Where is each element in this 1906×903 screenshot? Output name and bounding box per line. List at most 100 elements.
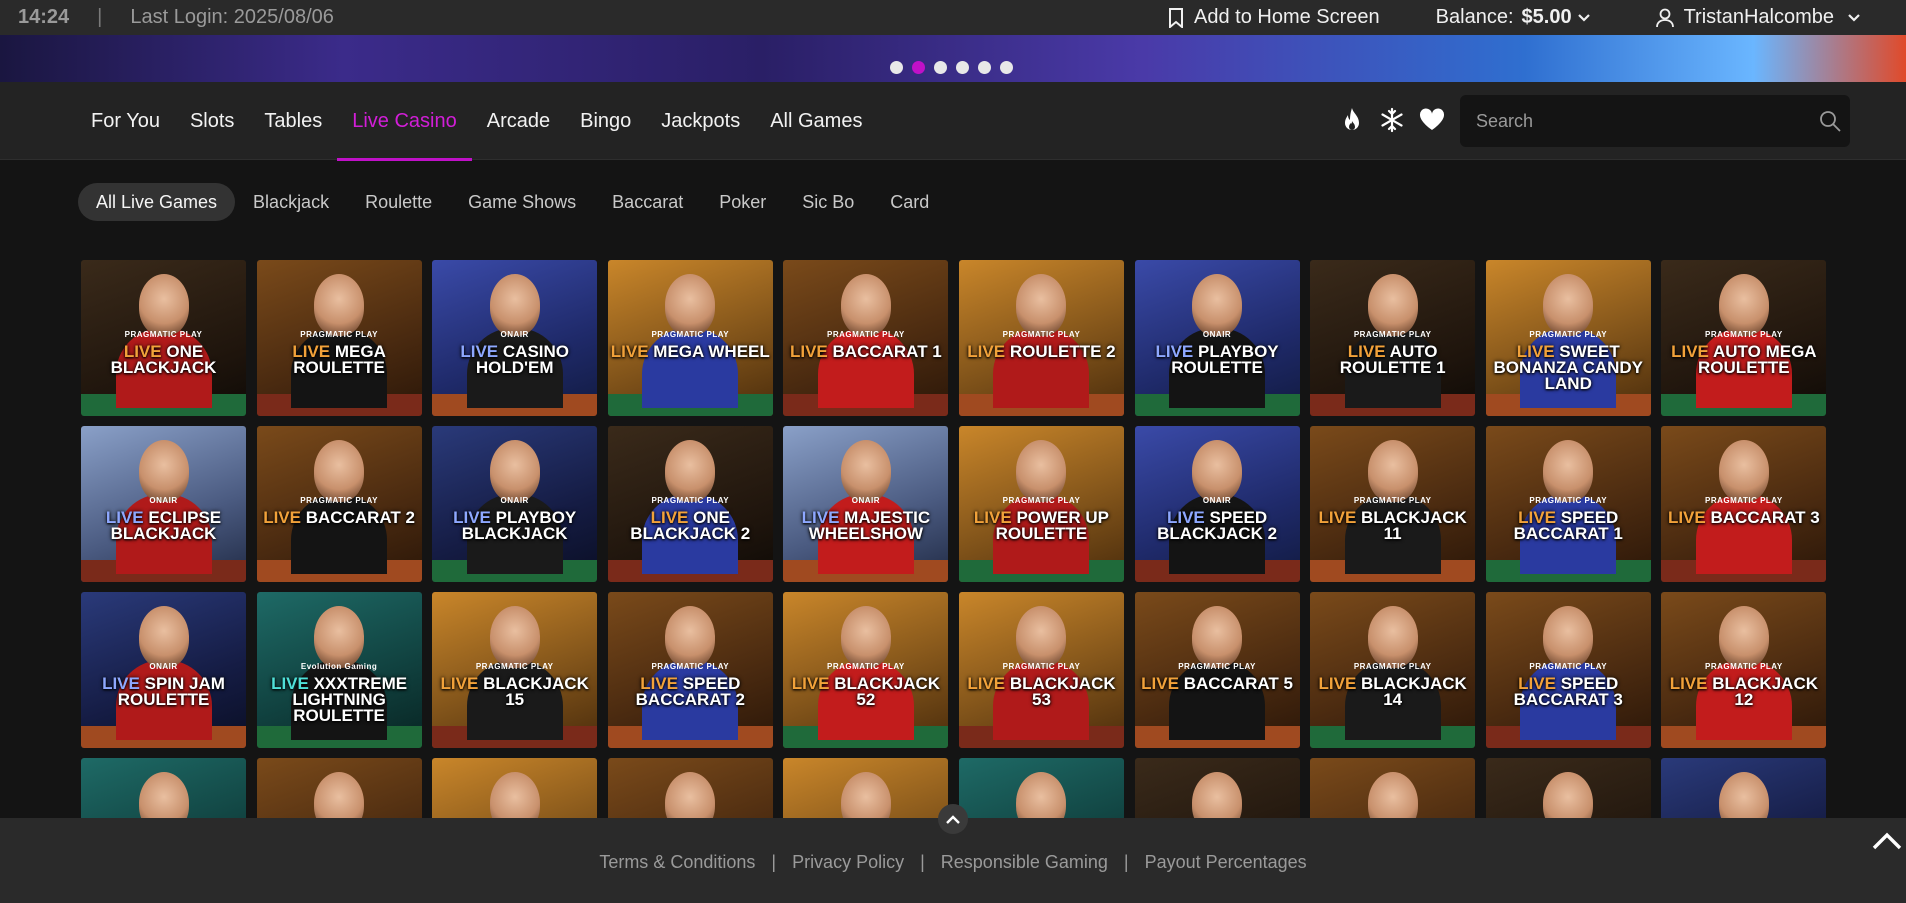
game-tile[interactable] <box>1310 758 1476 818</box>
game-tile[interactable]: PRAGMATIC PLAY LIVE AUTO ROULETTE 1 <box>1310 260 1476 416</box>
game-tile[interactable]: PRAGMATIC PLAY LIVE BACCARAT 1 <box>783 260 949 416</box>
game-tile[interactable]: PRAGMATIC PLAY LIVE POWER UP ROULETTE <box>958 426 1124 582</box>
balance-dropdown[interactable]: Balance: $5.00 <box>1436 6 1600 29</box>
provider-logo: PRAGMATIC PLAY <box>1705 662 1783 671</box>
carousel-dot[interactable] <box>912 61 925 74</box>
hot-games-button[interactable] <box>1338 106 1366 134</box>
search-input[interactable] <box>1460 95 1810 147</box>
tab-live-casino[interactable]: Live Casino <box>337 82 472 161</box>
game-tile[interactable]: PRAGMATIC PLAY LIVE ROULETTE 2 <box>958 260 1124 416</box>
game-tile[interactable]: PRAGMATIC PLAY LIVE SPEED BACCARAT 2 <box>607 592 773 748</box>
game-tile[interactable] <box>958 758 1124 818</box>
dealer-body-art <box>993 328 1090 408</box>
chip-sic-bo[interactable]: Sic Bo <box>784 183 872 221</box>
tab-all-games[interactable]: All Games <box>755 82 877 160</box>
game-title: LIVE BACCARAT 3 <box>1661 508 1826 527</box>
game-tile[interactable] <box>607 758 773 818</box>
collapse-footer-button[interactable] <box>938 804 968 834</box>
game-tile[interactable]: ONAIR LIVE ECLIPSE BLACKJACK <box>81 426 246 582</box>
game-tile[interactable]: ONAIR LIVE SPEED BLACKJACK 2 <box>1134 426 1300 582</box>
game-name: AUTO MEGA ROULETTE <box>1698 342 1817 377</box>
carousel-dot[interactable] <box>890 61 903 74</box>
game-tile[interactable] <box>81 758 246 818</box>
game-tile[interactable]: ONAIR LIVE SPIN JAM ROULETTE <box>81 592 246 748</box>
tab-jackpots[interactable]: Jackpots <box>646 82 755 160</box>
tab-arcade[interactable]: Arcade <box>472 82 565 160</box>
game-name: BACCARAT 3 <box>1710 508 1820 527</box>
carousel-dot[interactable] <box>1000 61 1013 74</box>
game-tile[interactable]: ONAIR LIVE PLAYBOY BLACKJACK <box>432 426 598 582</box>
chip-blackjack[interactable]: Blackjack <box>235 183 347 221</box>
search-button[interactable] <box>1810 110 1850 132</box>
game-tile[interactable]: ONAIR LIVE MAJESTIC WHEELSHOW <box>783 426 949 582</box>
game-tile[interactable] <box>783 758 949 818</box>
user-menu[interactable]: TristanHalcombe <box>1655 6 1870 29</box>
tab-tables[interactable]: Tables <box>249 82 337 160</box>
game-tile[interactable]: PRAGMATIC PLAY LIVE BACCARAT 2 <box>256 426 422 582</box>
game-tile[interactable]: PRAGMATIC PLAY LIVE ONE BLACKJACK 2 <box>607 426 773 582</box>
game-title: LIVE XXXTREME LIGHTNING ROULETTE <box>257 675 422 724</box>
dealer-portrait <box>1543 772 1594 818</box>
dealer-portrait <box>1718 440 1769 502</box>
footer-link-payout-percentages[interactable]: Payout Percentages <box>1145 852 1307 873</box>
game-tile[interactable]: PRAGMATIC PLAY LIVE BLACKJACK 14 <box>1310 592 1476 748</box>
game-tile[interactable]: PRAGMATIC PLAY LIVE BACCARAT 5 <box>1134 592 1300 748</box>
chip-card[interactable]: Card <box>872 183 947 221</box>
game-tile[interactable] <box>256 758 422 818</box>
promo-banner[interactable] <box>0 35 1906 82</box>
game-tile[interactable]: PRAGMATIC PLAY LIVE SPEED BACCARAT 3 <box>1485 592 1651 748</box>
tab-bingo[interactable]: Bingo <box>565 82 646 160</box>
game-tile[interactable]: PRAGMATIC PLAY LIVE BLACKJACK 15 <box>432 592 598 748</box>
game-tile[interactable]: PRAGMATIC PLAY LIVE BLACKJACK 12 <box>1661 592 1827 748</box>
game-tile[interactable]: ONAIR LIVE CASINO HOLD'EM <box>432 260 598 416</box>
add-to-home-button[interactable]: Add to Home Screen <box>1168 6 1380 29</box>
chip-roulette[interactable]: Roulette <box>347 183 450 221</box>
dealer-portrait <box>840 440 891 502</box>
provider-logo: PRAGMATIC PLAY <box>124 330 203 339</box>
provider-logo: PRAGMATIC PLAY <box>827 662 905 671</box>
game-tile[interactable]: Evolution Gaming LIVE XXXTREME LIGHTNING … <box>256 592 422 748</box>
footer-link-privacy-policy[interactable]: Privacy Policy <box>792 852 904 873</box>
game-tile[interactable] <box>1134 758 1300 818</box>
game-tile[interactable]: PRAGMATIC PLAY LIVE BLACKJACK 52 <box>783 592 949 748</box>
chip-poker[interactable]: Poker <box>701 183 784 221</box>
provider-logo: PRAGMATIC PLAY <box>1529 330 1608 339</box>
game-tile[interactable]: PRAGMATIC PLAY LIVE BACCARAT 3 <box>1661 426 1827 582</box>
tab-for-you[interactable]: For You <box>76 82 175 160</box>
dealer-portrait <box>1367 772 1418 818</box>
game-tile[interactable]: PRAGMATIC PLAY LIVE SWEET BONANZA CANDY L… <box>1485 260 1651 416</box>
chip-all-live-games[interactable]: All Live Games <box>78 183 236 221</box>
separator: | <box>97 6 103 28</box>
game-tile[interactable]: PRAGMATIC PLAY LIVE SPEED BACCARAT 1 <box>1485 426 1651 582</box>
game-tile[interactable] <box>1661 758 1827 818</box>
game-title: LIVE SPEED BACCARAT 3 <box>1486 675 1651 708</box>
carousel-dot[interactable] <box>978 61 991 74</box>
game-title: LIVE SPEED BACCARAT 2 <box>608 675 773 708</box>
game-tile[interactable] <box>432 758 598 818</box>
dealer-portrait <box>314 274 365 336</box>
back-to-top-button[interactable] <box>1872 832 1902 855</box>
game-title: LIVE BACCARAT 1 <box>783 343 948 360</box>
chip-baccarat[interactable]: Baccarat <box>594 183 701 221</box>
favorites-button[interactable] <box>1418 106 1446 134</box>
game-tile[interactable]: ONAIR LIVE PLAYBOY ROULETTE <box>1134 260 1300 416</box>
footer-separator: | <box>771 852 777 872</box>
new-games-button[interactable] <box>1378 106 1406 134</box>
footer-link-terms-conditions[interactable]: Terms & Conditions <box>599 852 755 873</box>
tab-slots[interactable]: Slots <box>175 82 249 160</box>
carousel-dot[interactable] <box>934 61 947 74</box>
carousel-dot[interactable] <box>956 61 969 74</box>
chip-game-shows[interactable]: Game Shows <box>450 183 594 221</box>
game-tile[interactable]: PRAGMATIC PLAY LIVE ONE BLACKJACK <box>81 260 246 416</box>
game-tile[interactable]: PRAGMATIC PLAY LIVE BLACKJACK 53 <box>958 592 1124 748</box>
quick-filters <box>1338 106 1446 134</box>
game-tile[interactable]: PRAGMATIC PLAY LIVE AUTO MEGA ROULETTE <box>1661 260 1827 416</box>
game-tile[interactable]: PRAGMATIC PLAY LIVE BLACKJACK 11 <box>1310 426 1476 582</box>
footer-link-responsible-gaming[interactable]: Responsible Gaming <box>941 852 1108 873</box>
game-tile[interactable]: PRAGMATIC PLAY LIVE MEGA ROULETTE <box>256 260 422 416</box>
game-tile[interactable]: PRAGMATIC PLAY LIVE MEGA WHEEL <box>607 260 773 416</box>
game-title: LIVE AUTO MEGA ROULETTE <box>1661 342 1826 377</box>
game-tile[interactable] <box>1485 758 1651 818</box>
provider-logo: PRAGMATIC PLAY <box>1353 662 1432 671</box>
live-label: LIVE <box>1141 674 1179 693</box>
